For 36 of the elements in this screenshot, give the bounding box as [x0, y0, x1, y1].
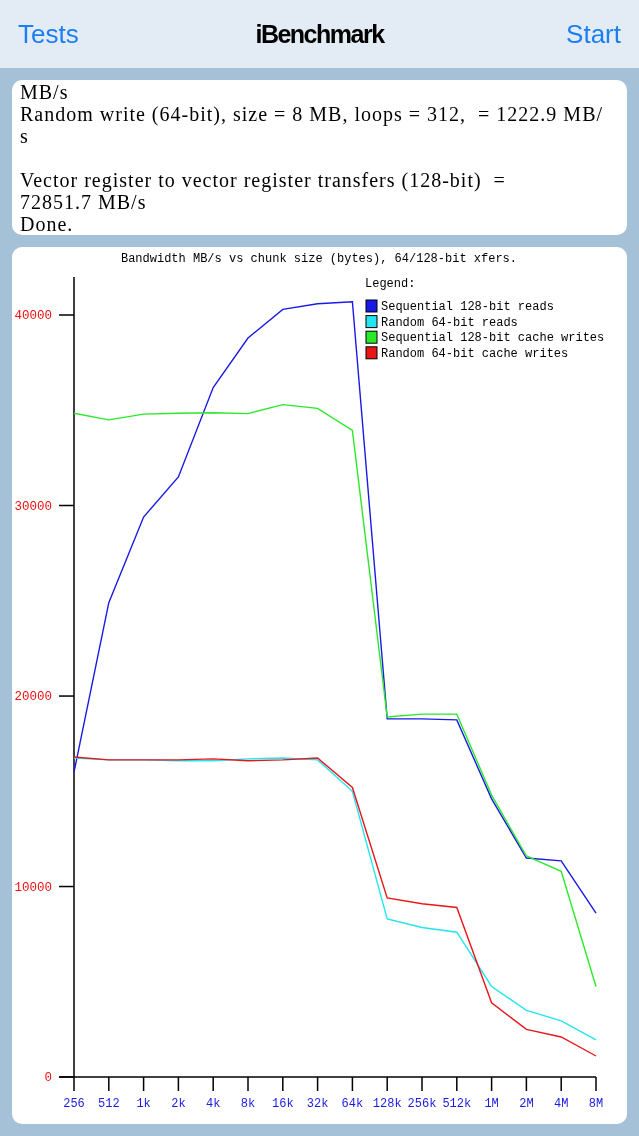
tests-button[interactable]: Tests: [18, 21, 79, 47]
x-tick-label: 512: [98, 1097, 120, 1111]
x-tick-label: 8k: [240, 1097, 256, 1111]
log-text: s: [20, 125, 29, 147]
y-tick-label: 20000: [14, 690, 52, 705]
y-tick-label: 40000: [14, 309, 52, 324]
x-tick-label: 256k: [407, 1097, 437, 1111]
legend-title: Legend:: [365, 277, 416, 291]
legend-label: Random 64-bit cache writes: [381, 346, 569, 361]
start-button[interactable]: Start: [566, 21, 621, 47]
y-tick-label: 10000: [14, 880, 52, 895]
chart-title: Bandwidth MB/s vs chunk size (bytes), 64/128-bit xfers.: [120, 252, 518, 266]
y-tick-label: 0: [44, 1071, 52, 1085]
log-text: Vector register to vector register transfers (128-bit) =: [20, 169, 506, 191]
log-text: MB/s: [20, 81, 69, 103]
x-tick-label: 8M: [588, 1097, 604, 1111]
legend-label: Sequential 128-bit cache writes: [381, 331, 605, 346]
x-tick-label: 4k: [206, 1097, 221, 1111]
x-tick-label: 16k: [272, 1097, 294, 1111]
app-title: iBenchmark: [255, 21, 384, 47]
legend-label: Random 64-bit reads: [381, 315, 518, 330]
x-tick-label: 64k: [341, 1097, 364, 1111]
log-text: 72851.7 MB/s: [20, 191, 147, 213]
x-tick-label: 4M: [554, 1097, 569, 1111]
log-text: Done.: [20, 213, 74, 235]
log-text: Random write (64-bit), size = 8 MB, loops = 312, = 1222.9 MB/: [20, 103, 604, 125]
x-tick-label: 2k: [171, 1097, 186, 1111]
x-tick-label: 1M: [484, 1097, 499, 1111]
legend-label: Sequential 128-bit reads: [381, 300, 554, 314]
x-tick-label: 2M: [519, 1097, 534, 1111]
x-tick-label: 128k: [372, 1097, 402, 1111]
y-tick-label: 30000: [14, 499, 52, 514]
x-tick-label: 256: [63, 1097, 85, 1111]
x-tick-label: 32k: [306, 1097, 329, 1111]
x-tick-label: 512k: [442, 1097, 472, 1111]
x-tick-label: 1k: [136, 1097, 151, 1111]
